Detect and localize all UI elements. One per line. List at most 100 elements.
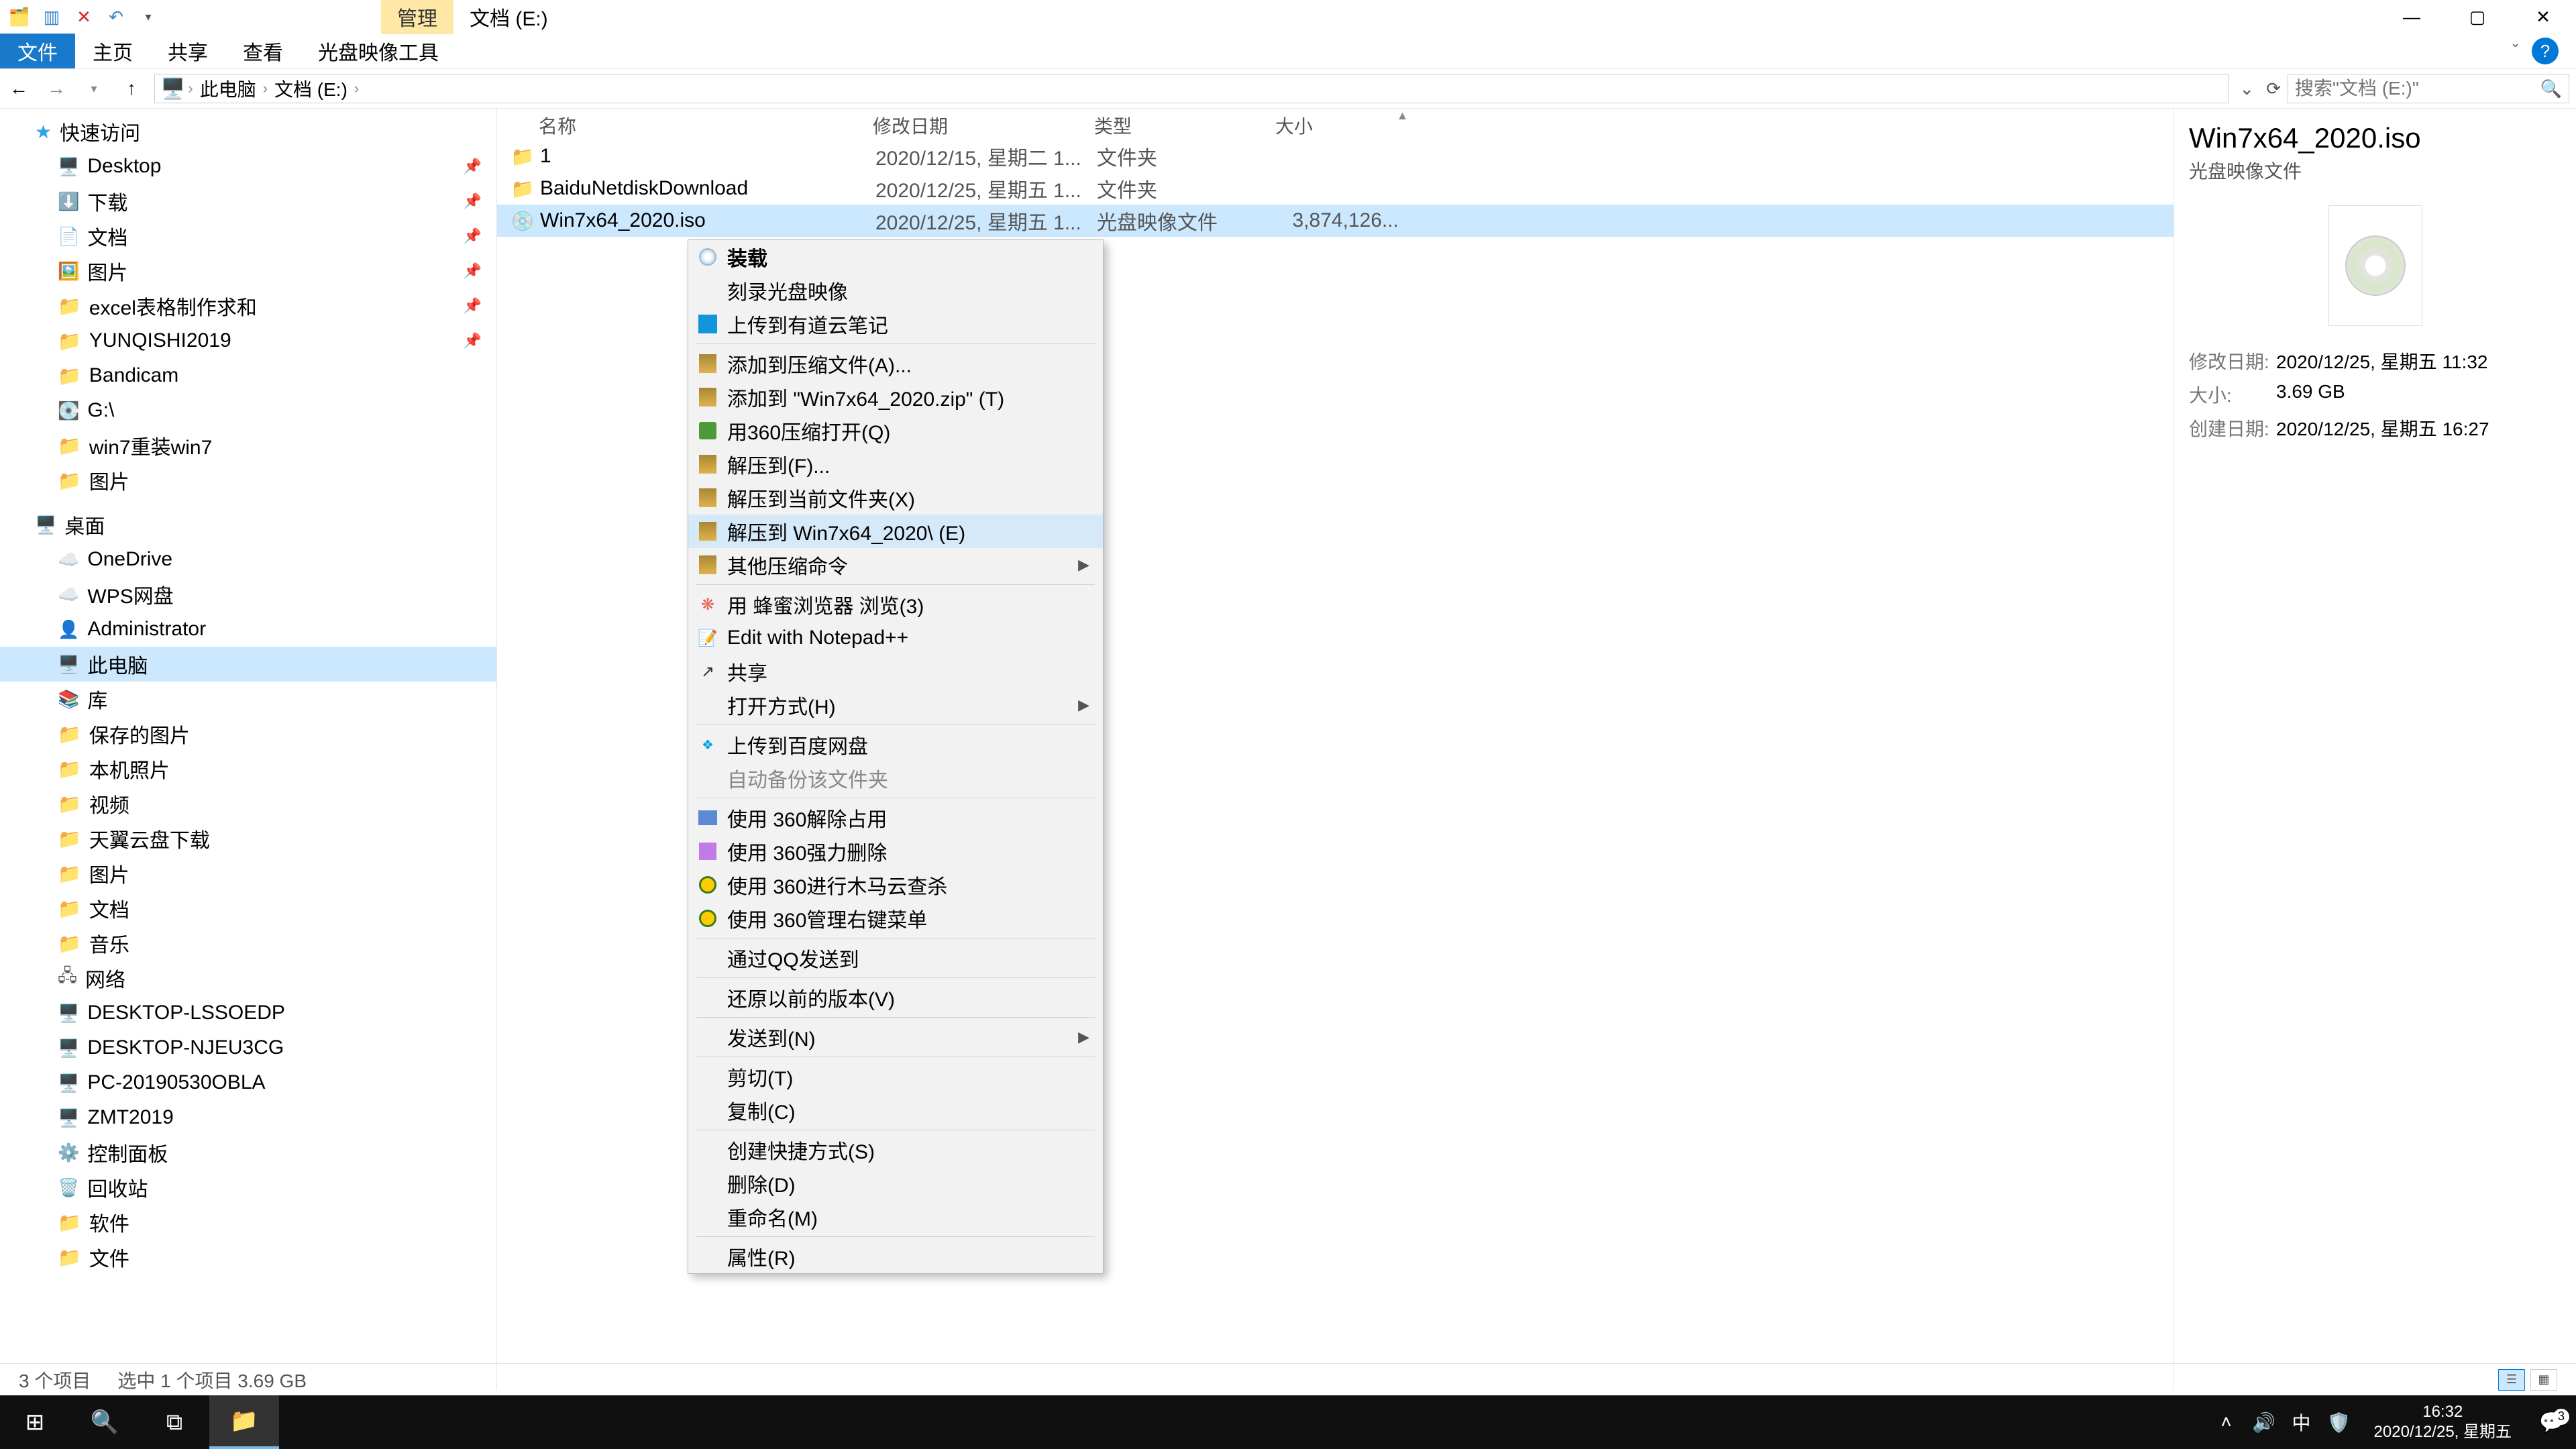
tree-pin-yunqishi[interactable]: 📁YUNQISHI2019📌 xyxy=(0,323,496,358)
tree-lib-savedpics[interactable]: 📁保存的图片 xyxy=(0,716,496,751)
tree-bandicam[interactable]: 📁Bandicam xyxy=(0,358,496,393)
qat-props-icon[interactable]: ▥ xyxy=(40,5,63,28)
tree-files[interactable]: 📁文件 xyxy=(0,1240,496,1275)
tree-net-1[interactable]: 🖥️DESKTOP-LSSOEDP xyxy=(0,996,496,1030)
ctx-honey-browser[interactable]: ❋用 蜂蜜浏览器 浏览(3) xyxy=(688,588,1103,621)
tree-lib-music[interactable]: 📁音乐 xyxy=(0,926,496,961)
qat-undo-icon[interactable]: ↶ xyxy=(105,5,127,28)
tab-share[interactable]: 共享 xyxy=(150,34,225,68)
qat-dropdown-icon[interactable]: ▾ xyxy=(137,5,160,28)
ctx-cut[interactable]: 剪切(T) xyxy=(688,1060,1103,1093)
nav-recent-dropdown[interactable]: ▾ xyxy=(75,69,113,108)
tree-lib-docs[interactable]: 📁文档 xyxy=(0,891,496,926)
tree-lib-tianyi[interactable]: 📁天翼云盘下载 xyxy=(0,821,496,856)
address-bar[interactable]: 🖥️ › 此电脑 › 文档 (E:) › xyxy=(154,74,2229,103)
action-center-button[interactable]: 💬3 xyxy=(2528,1411,2576,1434)
help-button[interactable]: ? xyxy=(2532,38,2559,64)
tray-volume-icon[interactable]: 🔊 xyxy=(2245,1411,2283,1434)
minimize-button[interactable]: — xyxy=(2379,0,2445,34)
crumb-thispc[interactable]: 此电脑 xyxy=(196,75,260,102)
file-row[interactable]: 📁 BaiduNetdiskDownload 2020/12/25, 星期五 1… xyxy=(497,172,2174,205)
address-dropdown-icon[interactable]: ⌄ xyxy=(2239,78,2254,99)
tab-view[interactable]: 查看 xyxy=(225,34,301,68)
ribbon-expand-icon[interactable]: ˇ xyxy=(2512,41,2518,62)
search-box[interactable]: 🔍 xyxy=(2288,74,2569,103)
tab-disc-tools[interactable]: 光盘映像工具 xyxy=(301,34,456,68)
tree-net-4[interactable]: 🖥️ZMT2019 xyxy=(0,1100,496,1135)
close-button[interactable]: ✕ xyxy=(2510,0,2576,34)
tree-documents[interactable]: 📄文档📌 xyxy=(0,219,496,254)
tree-win7reinstall[interactable]: 📁win7重装win7 xyxy=(0,428,496,463)
taskbar-explorer[interactable]: 📁 xyxy=(209,1395,279,1449)
file-row[interactable]: 📁 1 2020/12/15, 星期二 1... 文件夹 xyxy=(497,140,2174,172)
ctx-other-zip[interactable]: 其他压缩命令▶ xyxy=(688,548,1103,582)
ctx-360-menu[interactable]: 使用 360管理右键菜单 xyxy=(688,902,1103,935)
tree-desktop-root[interactable]: 🖥️桌面 xyxy=(0,507,496,542)
ctx-share[interactable]: ↗共享 xyxy=(688,655,1103,688)
ctx-shortcut[interactable]: 创建快捷方式(S) xyxy=(688,1133,1103,1167)
tray-ime-icon[interactable]: 中 xyxy=(2283,1409,2320,1436)
tree-pin-excel[interactable]: 📁excel表格制作求和📌 xyxy=(0,288,496,323)
search-input[interactable] xyxy=(2295,78,2540,99)
ctx-add-archive[interactable]: 添加到压缩文件(A)... xyxy=(688,347,1103,380)
tree-onedrive[interactable]: ☁️OneDrive xyxy=(0,542,496,577)
tree-software[interactable]: 📁软件 xyxy=(0,1205,496,1240)
tray-shield-icon[interactable]: 🛡️ xyxy=(2320,1411,2358,1434)
tree-lib-localpics[interactable]: 📁本机照片 xyxy=(0,751,496,786)
start-button[interactable]: ⊞ xyxy=(0,1395,70,1449)
tree-quick-access[interactable]: ★快速访问 xyxy=(0,114,496,149)
ctx-mount[interactable]: 装载 xyxy=(688,240,1103,274)
ctx-restore-versions[interactable]: 还原以前的版本(V) xyxy=(688,981,1103,1014)
taskbar-clock[interactable]: 16:32 2020/12/25, 星期五 xyxy=(2358,1402,2528,1442)
tree-pictures[interactable]: 🖼️图片📌 xyxy=(0,254,496,288)
ctx-properties[interactable]: 属性(R) xyxy=(688,1240,1103,1273)
tab-file[interactable]: 文件 xyxy=(0,34,75,68)
ctx-baidu-upload[interactable]: ❖上传到百度网盘 xyxy=(688,728,1103,761)
tree-wps[interactable]: ☁️WPS网盘 xyxy=(0,577,496,612)
chevron-right-icon[interactable]: › xyxy=(185,80,195,97)
ctx-delete[interactable]: 删除(D) xyxy=(688,1167,1103,1200)
tree-lib-pics[interactable]: 📁图片 xyxy=(0,856,496,891)
tree-control-panel[interactable]: ⚙️控制面板 xyxy=(0,1135,496,1170)
contextual-tab-manage[interactable]: 管理 xyxy=(381,0,453,34)
ctx-add-zip[interactable]: 添加到 "Win7x64_2020.zip" (T) xyxy=(688,380,1103,414)
tree-thispc[interactable]: 🖥️此电脑 xyxy=(0,647,496,682)
chevron-right-icon[interactable]: › xyxy=(352,80,362,97)
taskbar-search-button[interactable]: 🔍 xyxy=(70,1395,140,1449)
ctx-open-with[interactable]: 打开方式(H)▶ xyxy=(688,688,1103,722)
tree-network[interactable]: 🖧网络 xyxy=(0,961,496,996)
tab-home[interactable]: 主页 xyxy=(75,34,150,68)
nav-up-button[interactable]: ↑ xyxy=(113,69,150,108)
ctx-open-360zip[interactable]: 用360压缩打开(Q) xyxy=(688,414,1103,447)
tree-net-2[interactable]: 🖥️DESKTOP-NJEU3CG xyxy=(0,1030,496,1065)
col-type[interactable]: 类型 xyxy=(1094,112,1275,139)
tree-drive-g[interactable]: 💽G:\ xyxy=(0,393,496,428)
ctx-360-force-delete[interactable]: 使用 360强力删除 xyxy=(688,835,1103,868)
ctx-send-to[interactable]: 发送到(N)▶ xyxy=(688,1020,1103,1054)
ctx-copy[interactable]: 复制(C) xyxy=(688,1093,1103,1127)
tree-lib-video[interactable]: 📁视频 xyxy=(0,786,496,821)
ctx-extract-here[interactable]: 解压到当前文件夹(X) xyxy=(688,481,1103,515)
chevron-right-icon[interactable]: › xyxy=(260,80,270,97)
ctx-burn[interactable]: 刻录光盘映像 xyxy=(688,274,1103,307)
ctx-360-scan[interactable]: 使用 360进行木马云查杀 xyxy=(688,868,1103,902)
ctx-extract-named[interactable]: 解压到 Win7x64_2020\ (E) xyxy=(688,515,1103,548)
col-date[interactable]: 修改日期 xyxy=(873,112,1094,139)
maximize-button[interactable]: ▢ xyxy=(2445,0,2510,34)
tree-downloads[interactable]: ⬇️下载📌 xyxy=(0,184,496,219)
refresh-icon[interactable]: ⟳ xyxy=(2266,78,2281,99)
view-icons-button[interactable]: ▦ xyxy=(2530,1369,2557,1391)
tree-recycle-bin[interactable]: 🗑️回收站 xyxy=(0,1170,496,1205)
ctx-extract-to[interactable]: 解压到(F)... xyxy=(688,447,1103,481)
tree-desktop[interactable]: 🖥️Desktop📌 xyxy=(0,149,496,184)
file-row-selected[interactable]: 💿 Win7x64_2020.iso 2020/12/25, 星期五 1... … xyxy=(497,205,2174,237)
ctx-youdao[interactable]: 上传到有道云笔记 xyxy=(688,307,1103,341)
ctx-rename[interactable]: 重命名(M) xyxy=(688,1200,1103,1234)
task-view-button[interactable]: ⧉ xyxy=(140,1395,209,1449)
tree-library[interactable]: 📚库 xyxy=(0,682,496,716)
tray-chevron-up-icon[interactable]: ˄ xyxy=(2208,1411,2245,1433)
col-size[interactable]: 大小 xyxy=(1275,112,1396,139)
ctx-notepadpp[interactable]: 📝Edit with Notepad++ xyxy=(688,621,1103,655)
nav-forward-button[interactable]: → xyxy=(38,69,75,108)
nav-back-button[interactable]: ← xyxy=(0,69,38,108)
